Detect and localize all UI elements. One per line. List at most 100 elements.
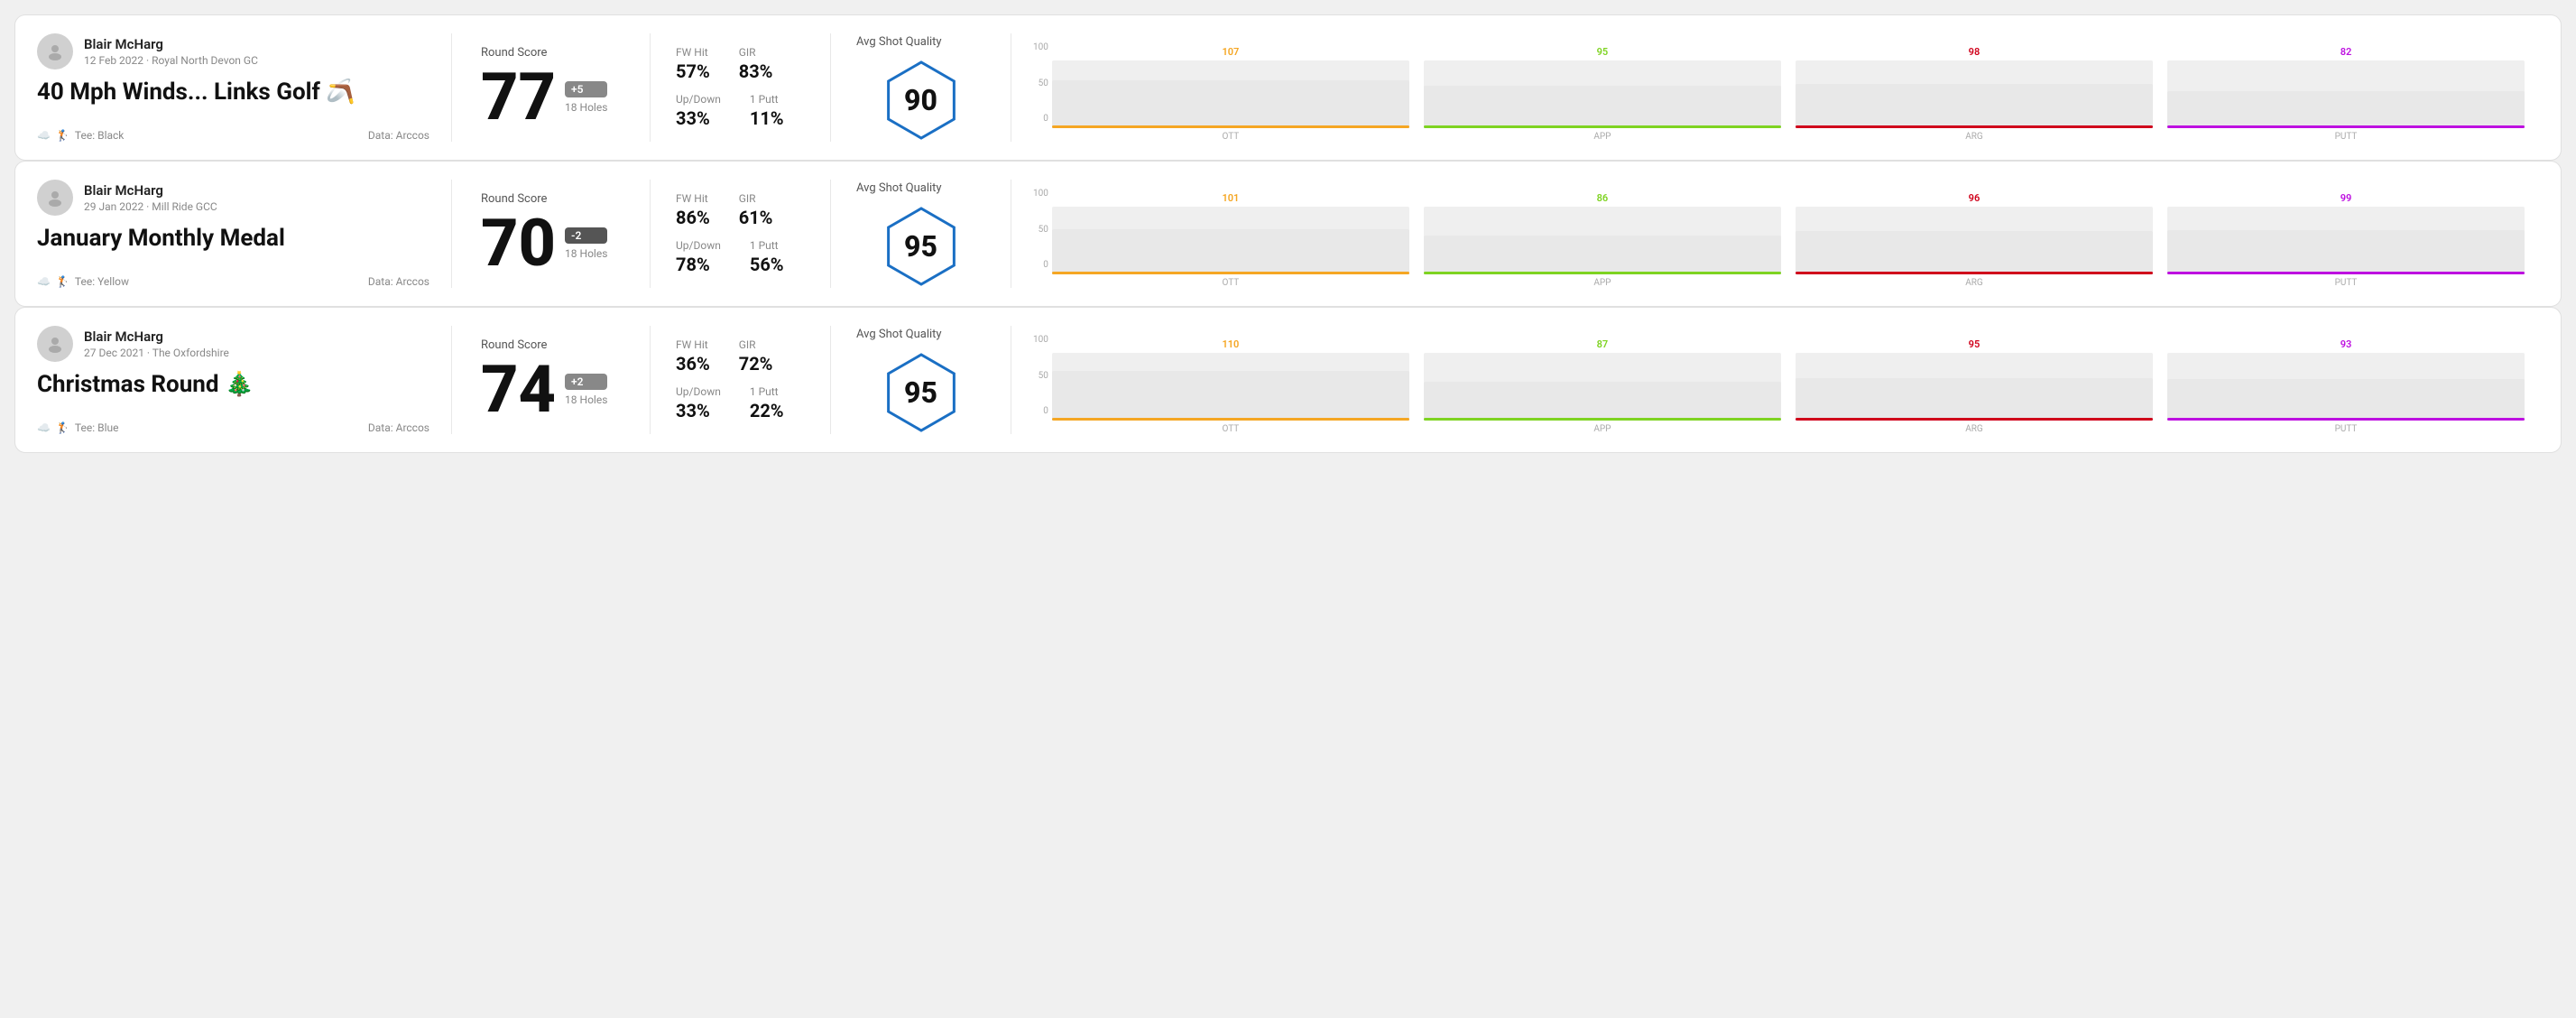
round-card-round1: Blair McHarg 12 Feb 2022 · Royal North D… xyxy=(14,14,2562,161)
y-axis-label: 0 xyxy=(1033,406,1048,416)
stats-row-top: FW Hit 36% GIR 72% xyxy=(676,338,805,375)
one-putt-value: 11% xyxy=(750,107,784,129)
up-down-stat: Up/Down 33% xyxy=(676,93,721,129)
data-source: Data: Arccos xyxy=(368,129,429,142)
bottom-row: ☁️ 🏌 Tee: Black Data: Arccos xyxy=(37,129,429,142)
gir-label: GIR xyxy=(739,192,773,205)
hexagon-container: 90 xyxy=(856,60,985,141)
hexagon: 95 xyxy=(881,206,962,287)
tee-label: Tee: Blue xyxy=(75,421,119,434)
fw-hit-value: 57% xyxy=(676,60,710,82)
y-axis-label: 50 xyxy=(1033,79,1048,88)
fw-hit-label: FW Hit xyxy=(676,338,710,351)
bar-value: 99 xyxy=(2341,192,2352,204)
bar-fill xyxy=(1796,378,2153,421)
up-down-stat: Up/Down 33% xyxy=(676,385,721,421)
round-title: Christmas Round 🎄 xyxy=(37,371,429,398)
user-date-course: 12 Feb 2022 · Royal North Devon GC xyxy=(84,54,258,67)
user-name: Blair McHarg xyxy=(84,36,258,52)
gir-label: GIR xyxy=(739,46,773,59)
bar-x-label: ARG xyxy=(1965,278,1983,288)
chart-section: 100500107OTT95APP98ARG82PUTT xyxy=(1011,33,2539,142)
score-section: Round Score 74 +2 18 Holes xyxy=(452,326,651,434)
quality-section: Avg Shot Quality 95 xyxy=(831,326,1011,434)
quality-label: Avg Shot Quality xyxy=(856,35,942,49)
bar-group-putt: 99PUTT xyxy=(2167,192,2525,288)
bar-wrapper xyxy=(1052,353,1409,421)
score-number: 77 xyxy=(481,65,556,130)
bar-x-label: OTT xyxy=(1223,424,1240,434)
bar-group-putt: 82PUTT xyxy=(2167,46,2525,142)
score-section: Round Score 77 +5 18 Holes xyxy=(452,33,651,142)
quality-value: 95 xyxy=(904,375,937,410)
bar-group-app: 87APP xyxy=(1424,338,1781,434)
gir-value: 61% xyxy=(739,207,773,228)
round-left-info: Blair McHarg 12 Feb 2022 · Royal North D… xyxy=(37,33,452,142)
quality-section: Avg Shot Quality 95 xyxy=(831,180,1011,288)
score-badge-col: +2 18 Holes xyxy=(565,374,607,406)
up-down-value: 33% xyxy=(676,107,721,129)
bar-fill xyxy=(1796,231,2153,274)
fw-hit-value: 36% xyxy=(676,353,710,375)
bar-accent xyxy=(1796,125,2153,128)
round-left-info: Blair McHarg 29 Jan 2022 · Mill Ride GCC… xyxy=(37,180,452,288)
bar-fill xyxy=(1424,382,1781,421)
quality-label: Avg Shot Quality xyxy=(856,328,942,341)
bar-wrapper xyxy=(1424,207,1781,274)
stats-section: FW Hit 86% GIR 61% Up/Down 78% 1 Putt 56… xyxy=(651,180,831,288)
fw-hit-stat: FW Hit 57% xyxy=(676,46,710,82)
gir-value: 72% xyxy=(739,353,773,375)
bar-value: 93 xyxy=(2341,338,2352,350)
bar-group-ott: 107OTT xyxy=(1052,46,1409,142)
gir-stat: GIR 83% xyxy=(739,46,773,82)
fw-hit-stat: FW Hit 86% xyxy=(676,192,710,228)
hexagon-container: 95 xyxy=(856,352,985,433)
user-info: Blair McHarg 12 Feb 2022 · Royal North D… xyxy=(37,33,429,69)
bar-group-arg: 95ARG xyxy=(1796,338,2153,434)
bar-wrapper xyxy=(1796,207,2153,274)
gir-stat: GIR 61% xyxy=(739,192,773,228)
weather-icon: ☁️ xyxy=(37,129,51,142)
round-score-label: Round Score xyxy=(481,338,621,352)
y-axis-label: 100 xyxy=(1033,189,1048,199)
round-card-round2: Blair McHarg 29 Jan 2022 · Mill Ride GCC… xyxy=(14,161,2562,307)
bar-value: 101 xyxy=(1222,192,1239,204)
score-number: 74 xyxy=(481,357,556,422)
up-down-stat: Up/Down 78% xyxy=(676,239,721,275)
tee-label: Tee: Yellow xyxy=(75,275,129,288)
bar-accent xyxy=(2167,418,2525,421)
round-score-label: Round Score xyxy=(481,46,621,60)
one-putt-stat: 1 Putt 22% xyxy=(750,385,784,421)
tee-info: ☁️ 🏌 Tee: Blue xyxy=(37,421,118,434)
bar-x-label: ARG xyxy=(1965,132,1983,142)
bar-x-label: APP xyxy=(1593,278,1611,288)
round-card-round3: Blair McHarg 27 Dec 2021 · The Oxfordshi… xyxy=(14,307,2562,453)
weather-icon: ☁️ xyxy=(37,421,51,434)
score-row: 74 +2 18 Holes xyxy=(481,357,621,422)
holes-label: 18 Holes xyxy=(565,393,607,406)
bar-accent xyxy=(2167,125,2525,128)
bar-value: 82 xyxy=(2341,46,2352,58)
y-axis-label: 50 xyxy=(1033,225,1048,235)
bar-accent xyxy=(1424,418,1781,421)
score-row: 70 -2 18 Holes xyxy=(481,211,621,276)
gir-label: GIR xyxy=(739,338,773,351)
bar-accent xyxy=(1052,125,1409,128)
avatar xyxy=(37,180,73,216)
hexagon-container: 95 xyxy=(856,206,985,287)
round-score-label: Round Score xyxy=(481,192,621,206)
user-info: Blair McHarg 29 Jan 2022 · Mill Ride GCC xyxy=(37,180,429,216)
bar-wrapper xyxy=(1796,353,2153,421)
stats-row-bottom: Up/Down 33% 1 Putt 11% xyxy=(676,93,805,129)
user-date-course: 29 Jan 2022 · Mill Ride GCC xyxy=(84,200,217,213)
bar-value: 87 xyxy=(1597,338,1609,350)
gir-value: 83% xyxy=(739,60,773,82)
bar-wrapper xyxy=(1052,207,1409,274)
stats-row-bottom: Up/Down 78% 1 Putt 56% xyxy=(676,239,805,275)
gir-stat: GIR 72% xyxy=(739,338,773,375)
one-putt-label: 1 Putt xyxy=(750,239,784,252)
score-modifier-badge: +2 xyxy=(565,374,607,390)
one-putt-stat: 1 Putt 11% xyxy=(750,93,784,129)
bar-value: 107 xyxy=(1222,46,1239,58)
up-down-value: 78% xyxy=(676,254,721,275)
